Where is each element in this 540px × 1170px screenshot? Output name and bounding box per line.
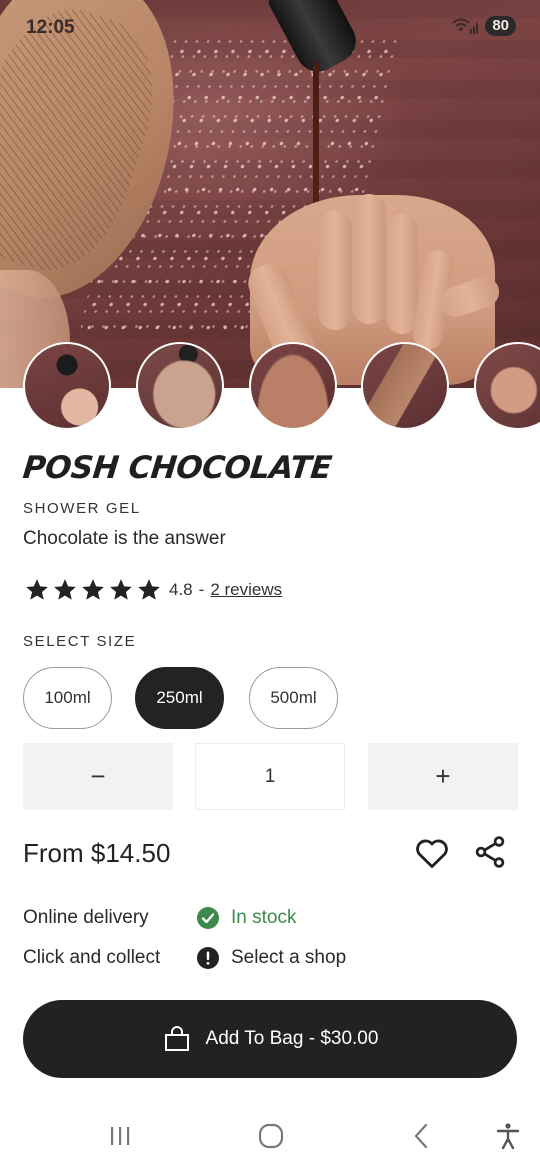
thumbnail-2[interactable] <box>136 342 224 430</box>
share-icon[interactable] <box>472 834 508 870</box>
bag-icon <box>164 1026 189 1051</box>
rating: 4.8 - 2 reviews <box>23 577 282 603</box>
size-label: SELECT SIZE <box>23 633 137 650</box>
star-icon <box>54 579 76 600</box>
heart-icon[interactable] <box>413 834 451 872</box>
rating-separator: - <box>198 580 205 599</box>
select-shop-link[interactable]: Select a shop <box>231 947 346 969</box>
add-to-bag-label: Add To Bag - $30.00 <box>205 1028 379 1049</box>
size-option-500ml[interactable]: 500ml <box>249 667 338 729</box>
thumbnail-5[interactable] <box>474 342 540 430</box>
quantity-increment-button[interactable]: + <box>368 743 518 810</box>
size-option-250ml[interactable]: 250ml <box>135 667 224 729</box>
star-icon <box>82 579 104 600</box>
stock-status: In stock <box>231 907 297 928</box>
price: From $14.50 <box>23 838 171 868</box>
star-icon <box>138 579 160 600</box>
product-title: POSH CHOCOLATE <box>21 450 334 486</box>
star-icon <box>110 579 132 600</box>
status-icons: 80 <box>451 16 516 36</box>
rating-value: 4.8 <box>169 580 193 599</box>
online-delivery-label: Online delivery <box>23 907 149 928</box>
battery-indicator: 80 <box>485 16 516 36</box>
quantity-decrement-button[interactable]: − <box>23 743 173 810</box>
clock: 12:05 <box>26 17 75 38</box>
size-option-100ml[interactable]: 100ml <box>23 667 112 729</box>
thumbnail-4[interactable] <box>361 342 449 430</box>
quantity-field[interactable]: 1 <box>195 743 345 810</box>
click-collect-row: Click and collect Select a shop <box>23 943 346 973</box>
accessibility-icon[interactable] <box>492 1120 524 1152</box>
status-bar: 12:05 80 <box>0 0 540 56</box>
wifi-icon <box>452 18 479 34</box>
thumbnail-3[interactable] <box>249 342 337 430</box>
check-circle-icon <box>197 907 219 929</box>
product-tagline: Chocolate is the answer <box>23 528 226 549</box>
product-category: SHOWER GEL <box>23 500 141 517</box>
back-icon[interactable] <box>406 1120 438 1152</box>
thumbnail-carousel <box>0 342 540 434</box>
finger <box>386 214 418 334</box>
thumbnail-1[interactable] <box>23 342 111 430</box>
home-icon[interactable] <box>255 1120 287 1152</box>
reviews-link[interactable]: 2 reviews <box>210 580 282 600</box>
recent-apps-icon[interactable] <box>104 1120 136 1152</box>
star-icon <box>26 579 48 600</box>
add-to-bag-button[interactable]: Add To Bag - $30.00 <box>23 1000 517 1078</box>
exclamation-circle-icon <box>197 947 219 969</box>
system-nav-bar <box>0 1100 540 1170</box>
online-delivery-row: Online delivery In stock <box>23 903 296 933</box>
click-collect-label: Click and collect <box>23 947 161 968</box>
hero-image: 12:05 80 <box>0 0 540 388</box>
finger <box>318 210 352 330</box>
finger <box>352 194 386 324</box>
